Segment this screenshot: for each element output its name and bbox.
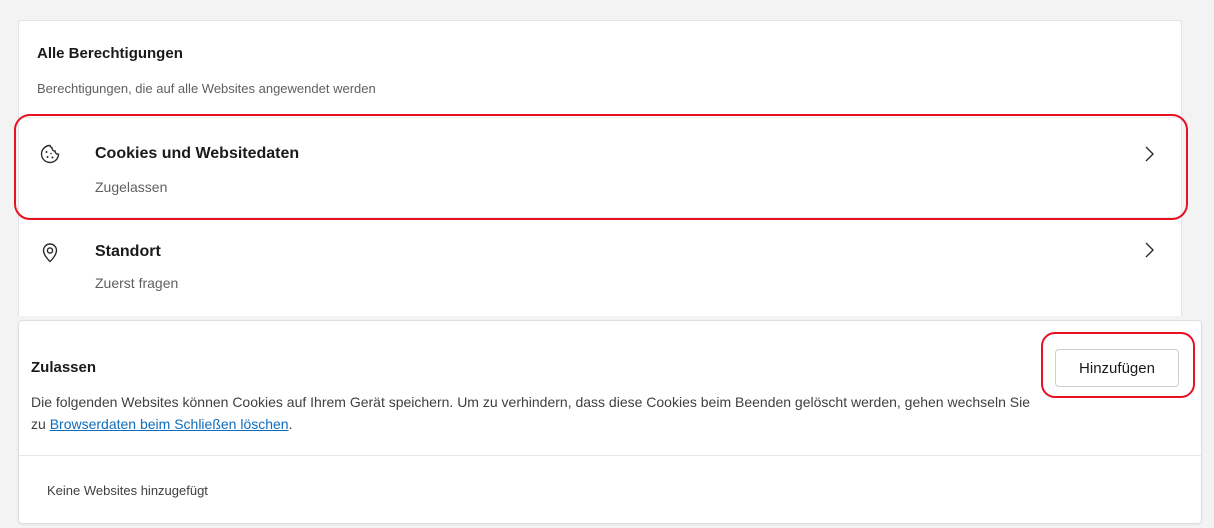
location-icon xyxy=(39,241,61,263)
allow-list-card: Zulassen Die folgenden Websites können C… xyxy=(18,320,1202,524)
permission-item-cookies[interactable]: Cookies und Websitedaten Zugelassen xyxy=(19,117,1181,215)
settings-page: Alle Berechtigungen Berechtigungen, die … xyxy=(0,0,1214,528)
allow-section-title: Zulassen xyxy=(31,359,97,376)
permission-label-cookies: Cookies und Websitedaten xyxy=(95,145,300,162)
cookie-icon xyxy=(39,143,61,165)
divider xyxy=(19,455,1201,456)
clear-on-close-link[interactable]: Browserdaten beim Schließen löschen xyxy=(50,416,289,432)
allow-description-end: . xyxy=(288,416,293,432)
all-permissions-subtitle: Berechtigungen, die auf alle Websites an… xyxy=(37,81,376,96)
all-permissions-card: Alle Berechtigungen Berechtigungen, die … xyxy=(18,20,1182,316)
permission-value-location: Zuerst fragen xyxy=(95,275,179,291)
permission-value-cookies: Zugelassen xyxy=(95,179,168,195)
all-permissions-title: Alle Berechtigungen xyxy=(37,45,183,62)
allow-section-description: Die folgenden Websites können Cookies au… xyxy=(31,391,1041,435)
permission-item-location[interactable]: Standort Zuerst fragen xyxy=(19,217,1181,317)
chevron-right-icon xyxy=(1143,145,1155,163)
chevron-right-icon xyxy=(1143,241,1155,259)
empty-list-message: Keine Websites hinzugefügt xyxy=(47,483,208,498)
add-site-button[interactable]: Hinzufügen xyxy=(1055,349,1179,387)
permission-label-location: Standort xyxy=(95,243,161,260)
